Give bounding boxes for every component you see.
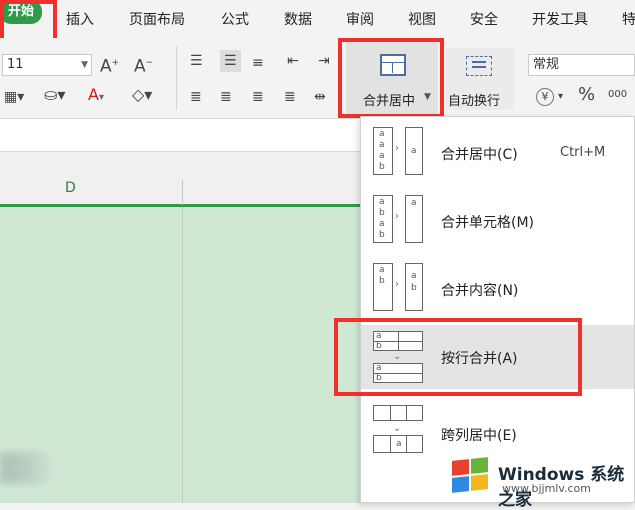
clear-format-icon[interactable]: ◇▾ [132,86,152,104]
menu-item-merge-center[interactable]: a a a b › a 合并居中(C) Ctrl+M [361,121,634,185]
tab-review[interactable]: 审阅 [346,9,374,29]
center-across-icon [373,405,423,421]
chevron-down-icon[interactable]: ▼ [81,55,88,75]
tab-insert[interactable]: 插入 [66,9,94,29]
menu-item-shortcut: Ctrl+M [560,145,606,160]
highlight-merge-center [338,38,444,118]
chevron-down-icon[interactable]: ▾ [558,88,563,106]
indent-increase-icon[interactable]: ⇥ [318,52,330,70]
ribbon-tab-bar: 开始 插入 页面布局 公式 数据 审阅 视图 安全 开发工具 特 [0,0,635,38]
align-middle-icon[interactable]: ☰ [220,50,241,72]
divider [176,46,177,110]
indent-decrease-icon[interactable]: ⇤ [287,52,299,70]
align-bottom-icon[interactable]: ≡ [252,54,264,72]
watermark: Windows 系统之家 www.bjjmlv.com [446,452,635,510]
column-header-d[interactable]: D [65,180,76,196]
wrap-text-label: 自动换行 [448,94,501,109]
number-format-combo[interactable]: 常规 [528,54,635,76]
distribute-icon[interactable]: ⇹ [314,88,326,106]
align-center-icon[interactable]: ≣ [220,88,232,106]
merge-dropdown-menu: a a a b › a 合并居中(C) Ctrl+M a b a b › a 合… [360,116,635,503]
ribbon-toolbar: 11 ▼ A+ A− ▦▾ ⛀▾ A▾ ◇▾ ☰ ☰ ≡ ⇤ ⇥ ≣ ≣ ≣ ≣… [0,38,635,119]
align-left-icon[interactable]: ≣ [190,88,202,106]
tab-page-layout[interactable]: 页面布局 [129,9,185,29]
menu-item-center-across[interactable]: ⌄ a 跨列居中(E) [361,395,634,459]
menu-item-merge-cells[interactable]: a b a b › a 合并单元格(M) [361,189,634,253]
percent-icon[interactable]: % [578,86,595,104]
windows-logo-icon [448,456,492,496]
thousands-separator-icon[interactable]: 000 [608,86,627,104]
increase-font-icon[interactable]: A+ [100,54,119,76]
highlight-merge-by-row [334,318,582,396]
font-size-combo[interactable]: 11 ▼ [2,54,92,76]
watermark-url: www.bjjmlv.com [502,482,591,495]
blurred-cell [0,452,55,484]
column-divider [182,180,183,205]
merge-center-icon: a a a b [373,127,393,175]
grid-line [182,207,183,503]
merge-cells-icon: a b a b [373,195,393,243]
tab-more[interactable]: 特 [622,9,635,29]
menu-item-merge-content[interactable]: a b › a b 合并内容(N) [361,257,634,321]
merge-content-icon: a b [373,263,393,311]
menu-item-label: 跨列居中(E) [441,428,517,444]
menu-item-label: 合并单元格(M) [441,215,535,231]
tab-formula[interactable]: 公式 [221,9,249,29]
font-color-icon[interactable]: A▾ [88,86,104,107]
wrap-text-button[interactable]: 自动换行 [446,48,514,110]
justify-icon[interactable]: ≣ [284,88,296,106]
font-size-value: 11 [7,57,24,72]
tab-data[interactable]: 数据 [284,9,312,29]
fill-color-icon[interactable]: ⛀▾ [44,86,65,104]
border-icon[interactable]: ▦▾ [4,88,24,106]
menu-item-label: 合并内容(N) [441,283,519,299]
menu-item-label: 合并居中(C) [441,147,518,163]
currency-icon[interactable]: ¥ [536,88,554,106]
tab-security[interactable]: 安全 [470,9,498,29]
wrap-text-icon [466,56,492,76]
tab-developer[interactable]: 开发工具 [532,9,588,29]
number-format-value: 常规 [533,57,560,72]
decrease-font-icon[interactable]: A− [134,54,153,76]
highlight-start-tab [0,0,57,42]
tab-view[interactable]: 视图 [408,9,436,29]
align-right-icon[interactable]: ≣ [252,88,264,106]
align-top-icon[interactable]: ☰ [190,52,203,70]
